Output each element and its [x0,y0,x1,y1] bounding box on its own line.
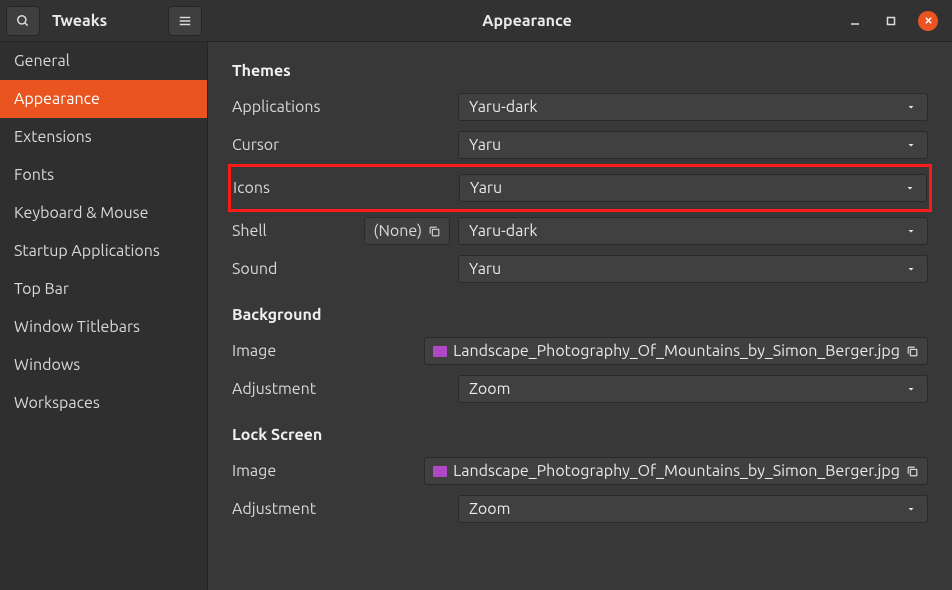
shell-none-button[interactable]: (None) [364,217,450,245]
chevron-down-icon [905,263,917,275]
dropdown-lockscreen-adjustment-value: Zoom [469,500,510,518]
minimize-button[interactable] [846,12,864,30]
minimize-icon [850,16,860,26]
dropdown-shell[interactable]: Yaru-dark [458,217,928,245]
label-background-adjustment: Adjustment [232,380,358,398]
section-title-themes: Themes [232,62,928,80]
row-background-image: Image Landscape_Photography_Of_Mountains… [232,332,928,370]
sidebar-item-windows[interactable]: Windows [0,346,207,384]
search-icon [16,14,30,28]
label-sound: Sound [232,260,358,278]
page-title: Appearance [208,12,846,30]
chevron-down-icon [905,101,917,113]
background-image-value: Landscape_Photography_Of_Mountains_by_Si… [453,342,900,360]
sidebar-item-appearance[interactable]: Appearance [0,80,207,118]
label-applications: Applications [232,98,358,116]
section-title-lockscreen: Lock Screen [232,426,928,444]
copy-icon [906,345,919,358]
dropdown-sound-value: Yaru [469,260,501,278]
row-sound: Sound Yaru [232,250,928,288]
chevron-down-icon [905,225,917,237]
shell-none-label: (None) [373,222,422,240]
sidebar-item-fonts[interactable]: Fonts [0,156,207,194]
sidebar-item-top-bar[interactable]: Top Bar [0,270,207,308]
close-icon [924,16,933,25]
file-select-lockscreen-image[interactable]: Landscape_Photography_Of_Mountains_by_Si… [424,457,928,485]
app-title: Tweaks [46,12,162,30]
lockscreen-image-value: Landscape_Photography_Of_Mountains_by_Si… [453,462,900,480]
dropdown-cursor-value: Yaru [469,136,501,154]
row-lockscreen-adjustment: Adjustment Zoom [232,490,928,528]
sidebar-item-extensions[interactable]: Extensions [0,118,207,156]
sidebar: General Appearance Extensions Fonts Keyb… [0,42,208,590]
dropdown-applications[interactable]: Yaru-dark [458,93,928,121]
label-cursor: Cursor [232,136,358,154]
row-cursor: Cursor Yaru [232,126,928,164]
body-area: General Appearance Extensions Fonts Keyb… [0,42,952,590]
sidebar-item-general[interactable]: General [0,42,207,80]
row-shell: Shell (None) Yaru-dark [232,212,928,250]
chevron-down-icon [905,503,917,515]
main-panel: Themes Applications Yaru-dark Cursor Yar… [208,42,952,590]
window-controls [846,11,952,31]
sidebar-item-keyboard-mouse[interactable]: Keyboard & Mouse [0,194,207,232]
chevron-down-icon [905,139,917,151]
section-title-background: Background [232,306,928,324]
dropdown-background-adjustment-value: Zoom [469,380,510,398]
label-shell: Shell [232,222,358,240]
titlebar-left: Tweaks [0,6,208,36]
label-background-image: Image [232,342,338,360]
search-button[interactable] [6,6,40,36]
dropdown-icons[interactable]: Yaru [459,174,927,202]
sidebar-item-window-titlebars[interactable]: Window Titlebars [0,308,207,346]
chevron-down-icon [904,182,916,194]
dropdown-icons-value: Yaru [470,179,502,197]
row-background-adjustment: Adjustment Zoom [232,370,928,408]
row-icons: Icons Yaru [233,169,927,207]
dropdown-background-adjustment[interactable]: Zoom [458,375,928,403]
dropdown-applications-value: Yaru-dark [469,98,538,116]
file-select-background-image[interactable]: Landscape_Photography_Of_Mountains_by_Si… [424,337,928,365]
maximize-icon [886,16,896,26]
label-lockscreen-image: Image [232,462,338,480]
dropdown-sound[interactable]: Yaru [458,255,928,283]
dropdown-lockscreen-adjustment[interactable]: Zoom [458,495,928,523]
titlebar: Tweaks Appearance [0,0,952,42]
highlight-icons: Icons Yaru [228,164,932,212]
copy-icon [428,225,441,238]
image-thumb-icon [433,466,447,477]
row-applications: Applications Yaru-dark [232,88,928,126]
hamburger-button[interactable] [168,6,202,36]
copy-icon [906,465,919,478]
sidebar-item-startup-applications[interactable]: Startup Applications [0,232,207,270]
dropdown-cursor[interactable]: Yaru [458,131,928,159]
label-icons: Icons [233,179,359,197]
label-lockscreen-adjustment: Adjustment [232,500,358,518]
dropdown-shell-value: Yaru-dark [469,222,538,240]
hamburger-icon [178,14,192,28]
chevron-down-icon [905,383,917,395]
sidebar-item-workspaces[interactable]: Workspaces [0,384,207,422]
row-lockscreen-image: Image Landscape_Photography_Of_Mountains… [232,452,928,490]
image-thumb-icon [433,346,447,357]
close-button[interactable] [918,11,938,31]
maximize-button[interactable] [882,12,900,30]
